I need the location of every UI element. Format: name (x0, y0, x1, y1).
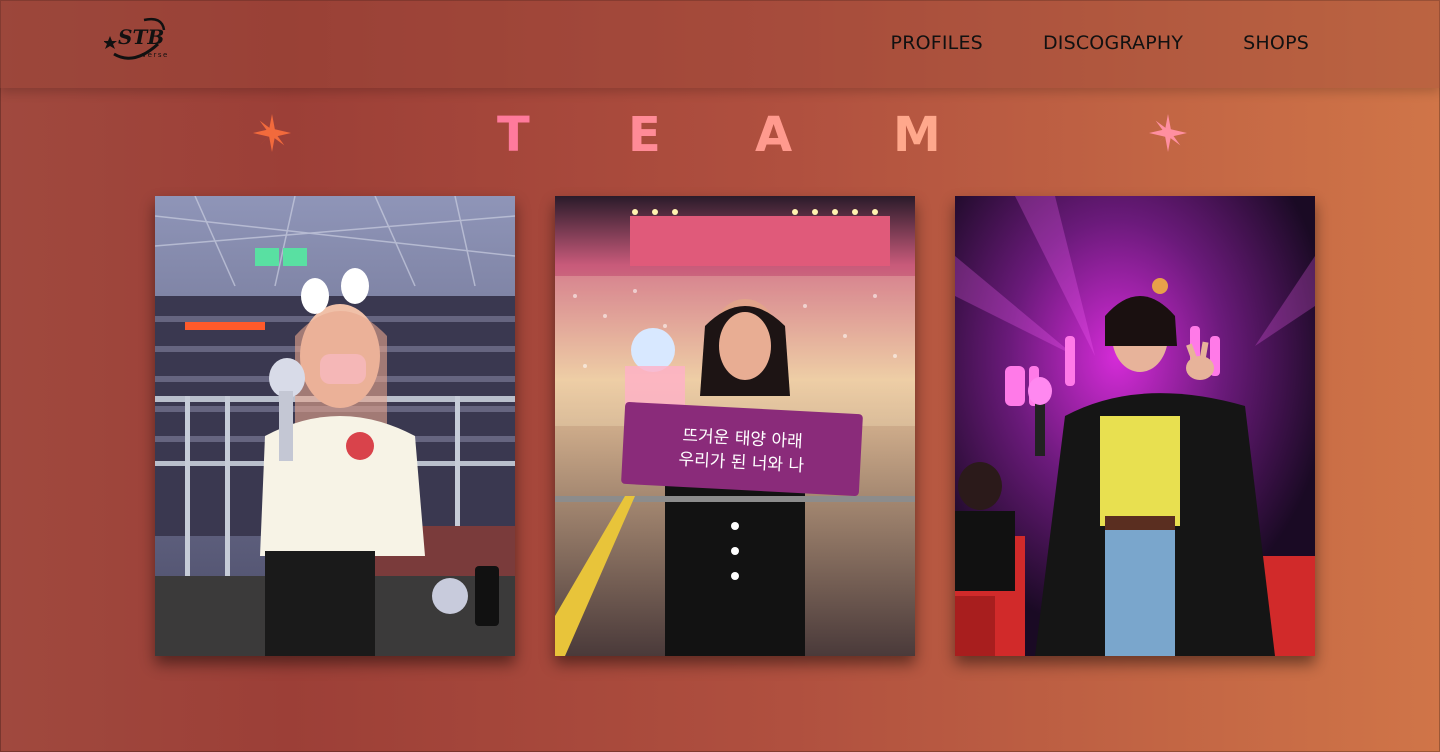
photo-fan-lightstick-arena (155, 196, 515, 656)
asterisk-star-icon (253, 114, 291, 152)
logo-subtext: verse (142, 51, 169, 59)
team-heading: T E A M (0, 108, 1440, 164)
nav-discography[interactable]: DISCOGRAPHY (1043, 30, 1183, 56)
nav-profiles[interactable]: PROFILES (891, 30, 983, 56)
team-photo-1[interactable] (155, 196, 515, 656)
team-letter-m: M (893, 107, 941, 163)
star-swoosh-logo-icon: STB verse (103, 17, 169, 60)
logo-text: STB (118, 25, 164, 49)
team-photo-3[interactable] (955, 196, 1315, 656)
photo-fan-banner-concert: 뜨거운 태양 아래 우리가 된 너와 나 (555, 196, 915, 656)
site-header: STB verse PROFILES DISCOGRAPHY SHOPS (0, 0, 1440, 88)
team-photo-2[interactable]: 뜨거운 태양 아래 우리가 된 너와 나 (555, 196, 915, 656)
nav-shops[interactable]: SHOPS (1243, 30, 1309, 56)
team-letter-a: A (755, 107, 793, 163)
team-letter-e: E (628, 107, 661, 163)
photo-fan-peace-sign-stage (955, 196, 1315, 656)
brand-logo[interactable]: STB verse (103, 14, 180, 64)
asterisk-star-icon (1149, 114, 1187, 152)
team-letter-t: T (497, 107, 530, 163)
main-nav: PROFILES DISCOGRAPHY SHOPS (891, 30, 1309, 56)
